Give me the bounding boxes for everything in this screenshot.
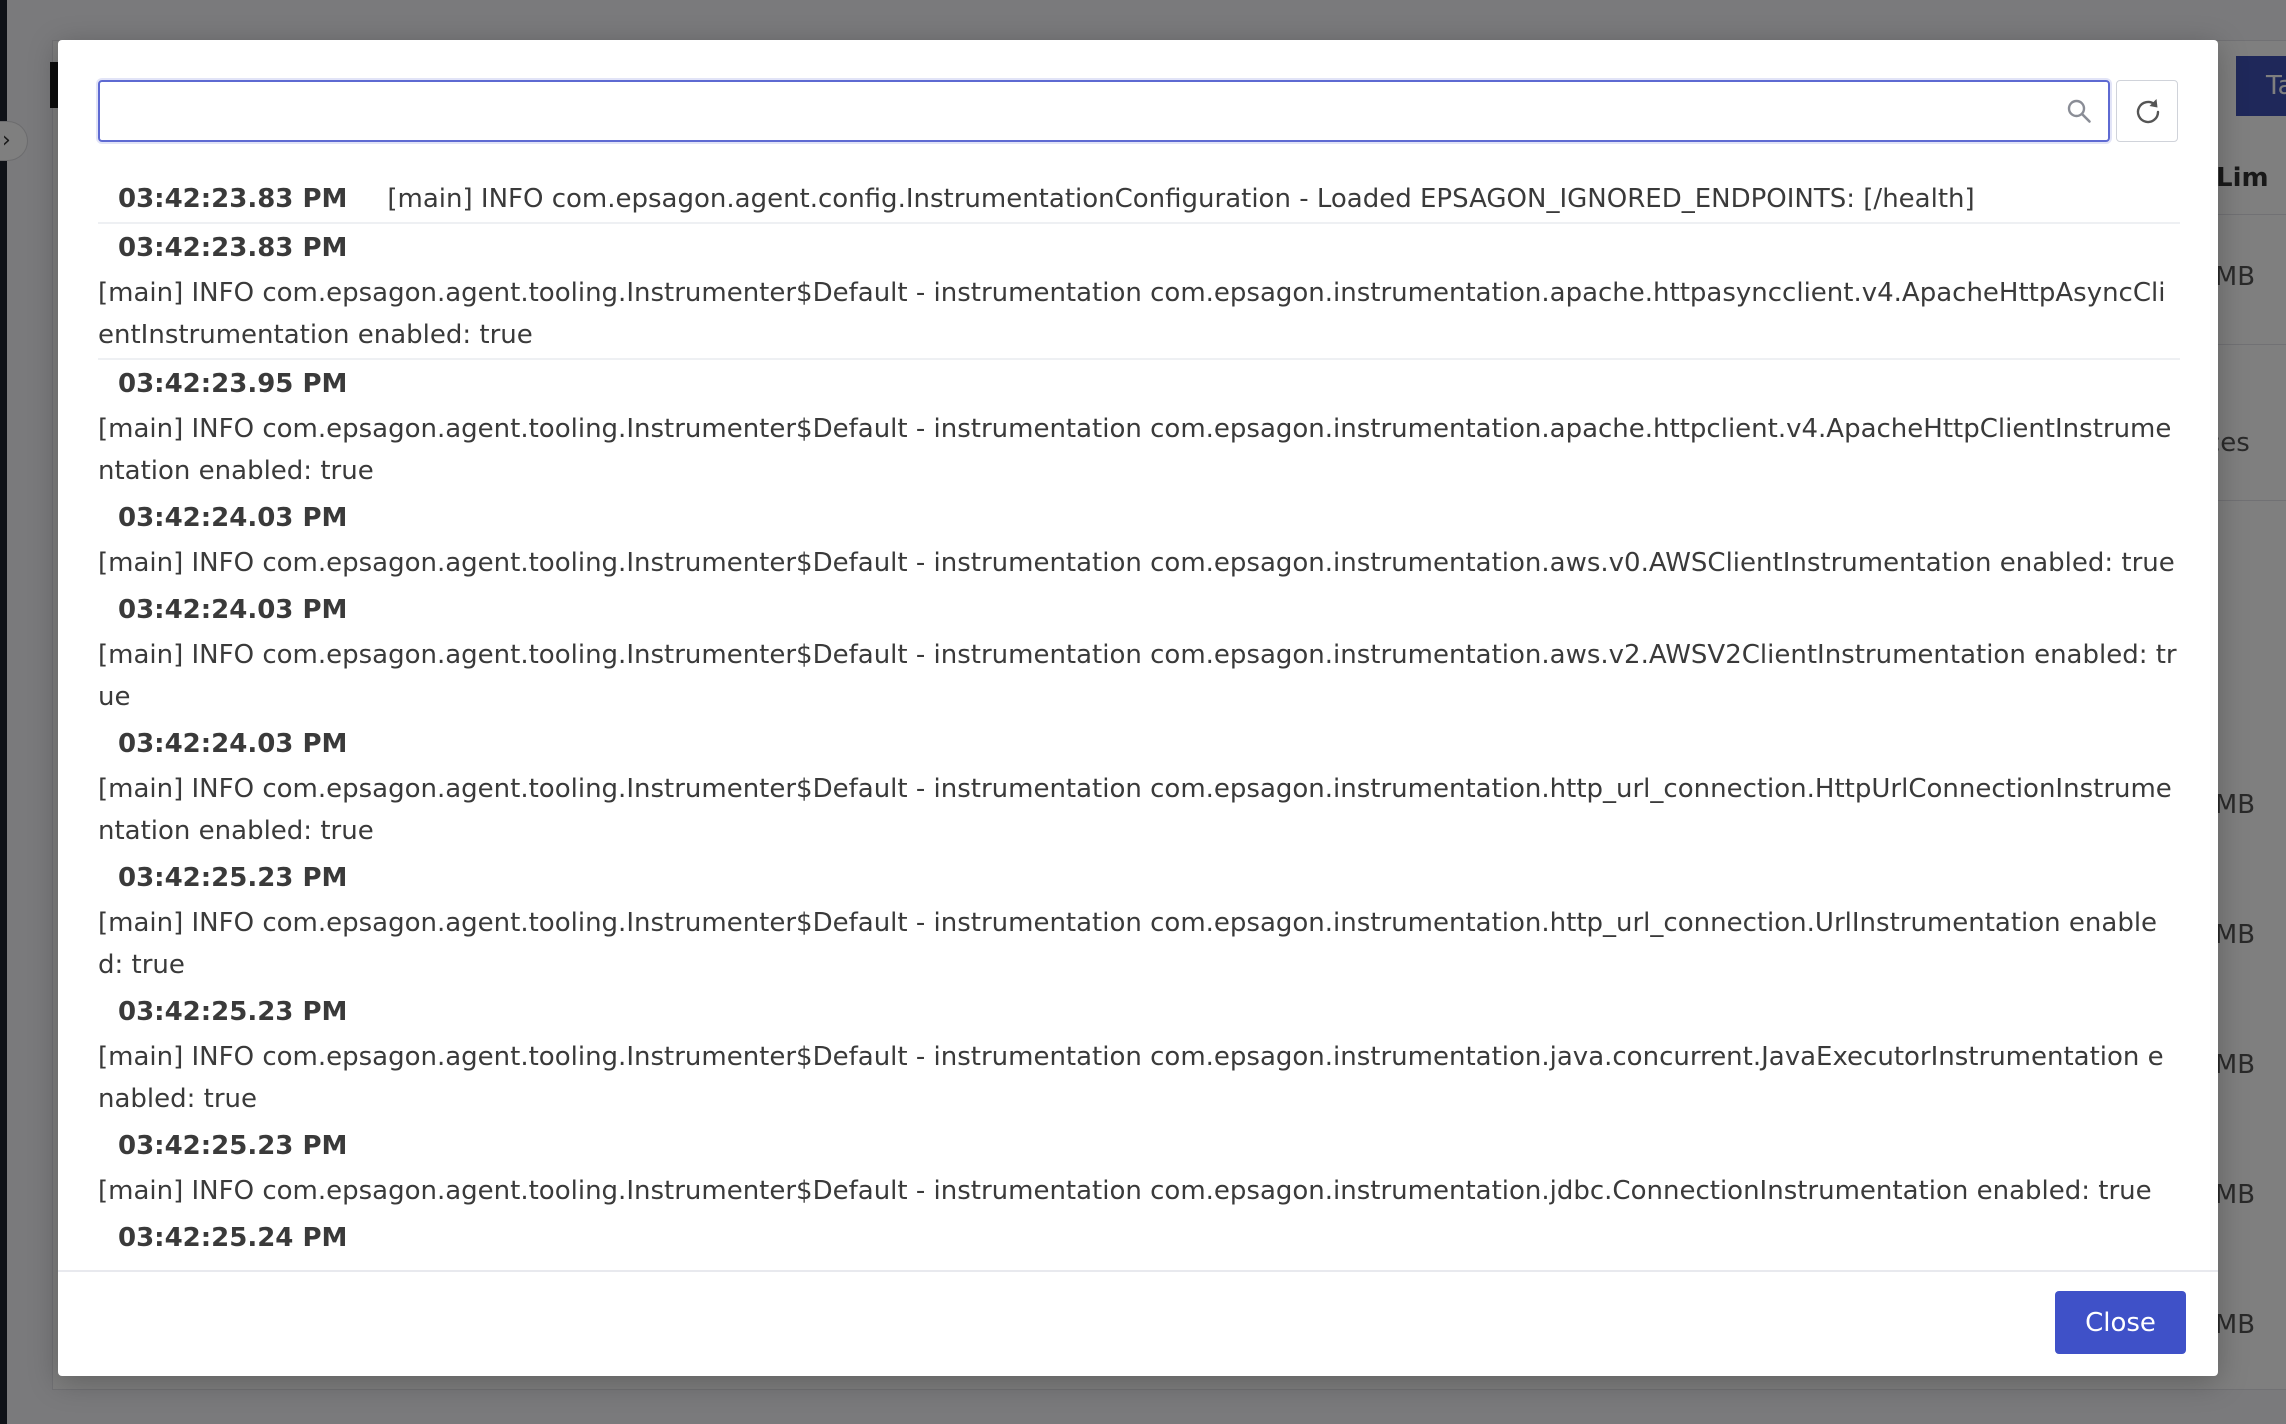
log-entry: 03:42:25.24 PM	[98, 1214, 2180, 1264]
log-timestamp: 03:42:23.83 PM	[118, 233, 348, 263]
log-entry: 03:42:25.23 PM [main] INFO com.epsagon.a…	[98, 988, 2180, 1122]
log-entry: 03:42:23.83 PM [main] INFO com.epsagon.ag…	[98, 176, 2180, 224]
log-entry: 03:42:25.23 PM [main] INFO com.epsagon.a…	[98, 854, 2180, 988]
log-message	[98, 1262, 2180, 1264]
log-message: [main] INFO com.epsagon.agent.tooling.In…	[98, 278, 2166, 350]
log-timestamp: 03:42:25.23 PM	[118, 863, 348, 893]
search-field[interactable]	[98, 80, 2110, 142]
log-message: [main] INFO com.epsagon.agent.tooling.In…	[98, 774, 2172, 846]
log-timestamp: 03:42:25.23 PM	[118, 997, 348, 1027]
log-timestamp: 03:42:24.03 PM	[118, 503, 348, 533]
log-entry: 03:42:24.03 PM [main] INFO com.epsagon.a…	[98, 720, 2180, 854]
logs-modal: 03:42:23.83 PM [main] INFO com.epsagon.ag…	[58, 40, 2218, 1376]
log-message: [main] INFO com.epsagon.agent.tooling.In…	[98, 908, 2158, 980]
log-timestamp: 03:42:24.03 PM	[118, 729, 348, 759]
log-entry: 03:42:23.83 PM [main] INFO com.epsagon.a…	[98, 224, 2180, 360]
log-entry: 03:42:24.03 PM [main] INFO com.epsagon.a…	[98, 586, 2180, 720]
log-entry: 03:42:24.03 PM [main] INFO com.epsagon.a…	[98, 494, 2180, 586]
log-entry: 03:42:23.95 PM [main] INFO com.epsagon.a…	[98, 360, 2180, 494]
search-input[interactable]	[114, 82, 2048, 142]
refresh-icon	[2136, 99, 2160, 124]
log-message: [main] INFO com.epsagon.agent.tooling.In…	[98, 414, 2172, 486]
log-message: [main] INFO com.epsagon.agent.tooling.In…	[98, 548, 2175, 578]
search-icon	[2067, 99, 2091, 123]
log-message: [main] INFO com.epsagon.agent.config.Ins…	[387, 184, 1975, 214]
log-message: [main] INFO com.epsagon.agent.tooling.In…	[98, 640, 2177, 712]
log-timestamp: 03:42:24.03 PM	[118, 595, 348, 625]
log-entry: 03:42:25.23 PM [main] INFO com.epsagon.a…	[98, 1122, 2180, 1214]
log-timestamp: 03:42:25.24 PM	[118, 1223, 348, 1253]
close-button[interactable]: Close	[2055, 1291, 2186, 1354]
log-timestamp: 03:42:23.95 PM	[118, 369, 348, 399]
log-timestamp: 03:42:25.23 PM	[118, 1131, 348, 1161]
log-message: [main] INFO com.epsagon.agent.tooling.In…	[98, 1176, 2152, 1206]
modal-footer: Close	[58, 1270, 2218, 1378]
log-message: [main] INFO com.epsagon.agent.tooling.In…	[98, 1042, 2164, 1114]
log-list[interactable]: 03:42:23.83 PM [main] INFO com.epsagon.ag…	[98, 176, 2180, 1270]
refresh-button[interactable]	[2116, 80, 2178, 142]
log-timestamp: 03:42:23.83 PM	[118, 184, 348, 214]
